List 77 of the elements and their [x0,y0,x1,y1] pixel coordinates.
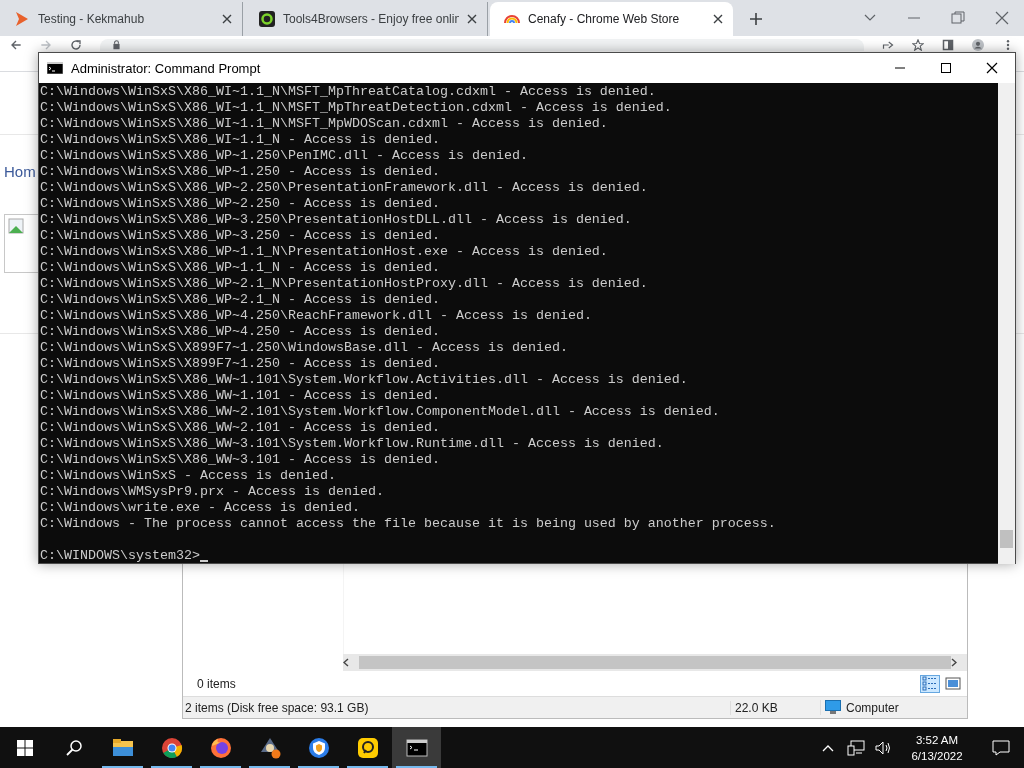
console-line: C:\Windows\WinSxS\X86_WI~1.1_N\MSFT_MpWDOScan.cdxml - Access is denied. [40,116,609,132]
console-line: C:\Windows\WinSxS\X86_WW~2.101 - Access is denied. [40,420,441,436]
console-line: C:\Windows - The process cannot access the file because it is being used by another process. [40,516,777,532]
firefox-logo-icon [209,736,232,759]
plus-icon[interactable] [749,12,763,26]
console-line: C:\Windows\WinSxS\X86_WP~4.250\ReachFramework.dll - Access is denied. [40,308,593,324]
close-icon[interactable] [713,14,723,24]
console-line: C:\Windows\write.exe - Access is denied. [40,500,361,516]
console-line: C:\Windows\WinSxS\X86_WI~1.1_N\MSFT_MpThreatDetection.cdxml - Access is denied. [40,100,673,116]
view-toggle[interactable] [920,674,940,693]
horizontal-scrollbar[interactable] [343,654,967,671]
status-text: 22.0 KB [730,700,820,715]
console-icon [47,62,63,74]
console-line: C:\Windows\WinSxS\X86_WP~1.250 - Access is denied. [40,164,441,180]
restore-icon[interactable] [951,11,965,25]
shield-icon [307,736,330,759]
clock-date[interactable]: 6/13/2022 [911,747,963,764]
taskbar-app[interactable] [392,727,441,768]
chat-app-icon [356,736,379,759]
console-line: C:\Windows\WinSxS\X86_WP~1.1_N\PresentationHost.exe - Access is denied. [40,244,609,260]
console-line: C:\Windows\WinSxS\X86_WP~1.1_N - Access is denied. [40,260,441,276]
vertical-scrollbar[interactable] [998,83,1015,564]
console-line: C:\Windows\WMSysPr9.prx - Access is denied. [40,484,385,500]
close-icon[interactable] [986,62,998,74]
network-icon[interactable] [847,739,865,756]
console-line: C:\Windows\WinSxS\X86_WW~3.101 - Access is denied. [40,452,441,468]
console-line: C:\Windows\WinSxS\X899F7~1.250 - Access is denied. [40,356,441,372]
maximize-icon[interactable] [940,62,952,74]
back-arrow-icon[interactable] [10,39,22,51]
notification-icon[interactable] [992,739,1010,756]
console-line: C:\Windows\WinSxS\X86_WI~1.1_N\MSFT_MpThreatCatalog.cdxml - Access is denied. [40,84,657,100]
play-icon [14,11,30,27]
speaker-icon[interactable] [875,739,893,756]
home-link[interactable]: Hom [4,163,36,180]
console-line: C:\Windows\WinSxS\X86_WW~2.101\System.Workflow.ComponentModel.dll - Access is denied. [40,404,721,420]
broken-image-icon [8,218,24,234]
chevron-up-icon[interactable] [822,743,834,752]
console-line: C:\Windows\WinSxS\X899F7~1.250\WindowsBase.dll - Access is denied. [40,340,569,356]
command-prompt: C:\WINDOWS\system32> [40,548,200,564]
share-icon[interactable] [882,39,894,51]
console-line: C:\Windows\WinSxS\X86_WP~2.1_N - Access is denied. [40,292,441,308]
console-line: C:\Windows\WinSxS\X86_WW~1.101\System.Workflow.Activities.dll - Access is denied. [40,372,689,388]
clock-time[interactable]: 3:52 AM [915,731,959,748]
status-text: 2 items (Disk free space: 93.1 GB) [184,700,370,715]
console-line: C:\Windows\WinSxS\X86_WI~1.1_N - Access is denied. [40,132,441,148]
status-text: Computer [846,700,899,715]
console-line: C:\Windows\WinSxS - Access is denied. [40,468,337,484]
console-line: C:\Windows\WinSxS\X86_WP~1.250\PenIMC.dll - Access is denied. [40,148,529,164]
console-line: C:\Windows\WinSxS\X86_WP~3.250 - Access is denied. [40,228,441,244]
view-toggle[interactable] [943,674,963,693]
star-icon[interactable] [912,39,924,51]
close-icon[interactable] [467,14,477,24]
extension-icon[interactable] [942,39,954,51]
thumbnail-view-icon [945,676,961,691]
details-view-icon [922,676,938,691]
console-line: C:\Windows\WinSxS\X86_WW~1.101 - Access is denied. [40,388,441,404]
lock-icon [112,40,121,50]
console-line: C:\Windows\WinSxS\X86_WP~2.250\PresentationFramework.dll - Access is denied. [40,180,649,196]
reload-icon[interactable] [70,39,82,51]
search-icon [65,739,82,756]
windows-logo-icon [16,739,33,756]
console-icon [405,736,428,759]
console-line: C:\Windows\WinSxS\X86_WP~2.250 - Access is denied. [40,196,441,212]
close-icon[interactable] [222,14,232,24]
console-line: C:\Windows\WinSxS\X86_WP~2.1_N\PresentationHostProxy.dll - Access is denied. [40,276,649,292]
console-line: C:\Windows\WinSxS\X86_WP~3.250\PresentationHostDLL.dll - Access is denied. [40,212,633,228]
browser-tab[interactable]: Testing - Kekmahub [0,2,243,36]
folder-icon [111,736,134,759]
browser-tab[interactable]: Cenafy - Chrome Web Store [490,2,733,36]
item-count: 0 items [197,676,236,691]
chrome-logo-icon [160,736,183,759]
console-line: C:\Windows\WinSxS\X86_WW~3.101\System.Workflow.Runtime.dll - Access is denied. [40,436,665,452]
monitor-icon [825,700,841,715]
avatar-icon[interactable] [972,39,984,51]
text-cursor [199,560,208,562]
console-line: C:\Windows\WinSxS\X86_WP~4.250 - Access is denied. [40,324,441,340]
window-title: Administrator: Command Prompt [71,60,262,76]
